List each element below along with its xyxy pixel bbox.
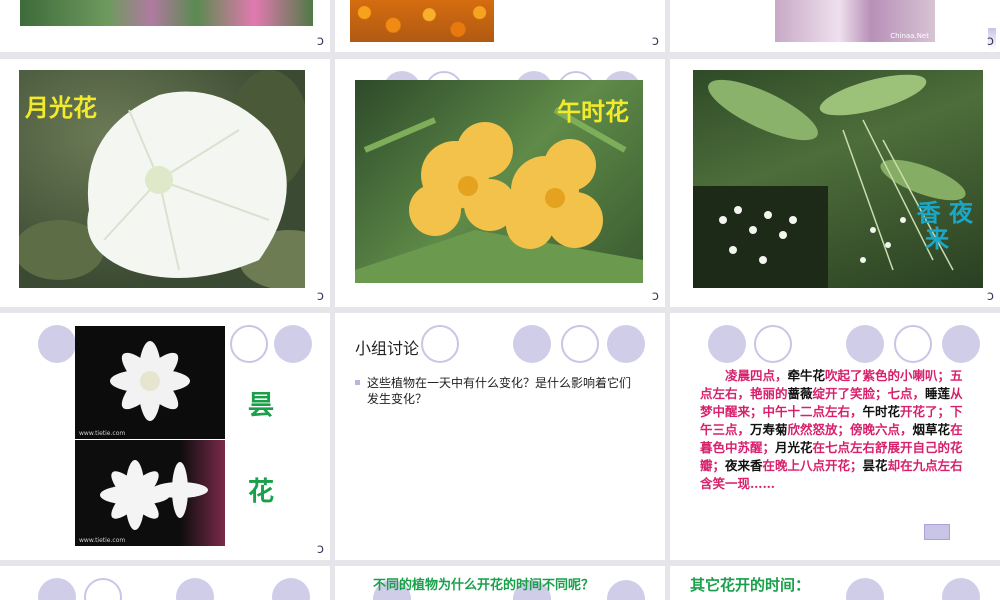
question-text: 不同的植物为什么开花的时间不同呢？ — [373, 578, 595, 593]
decor-circle — [272, 578, 310, 600]
other-flowers-title: 其它花开的时间： — [690, 576, 811, 594]
poem-segment: 欣然怒放；傍晚六点， — [787, 422, 913, 437]
slide-thumbnail-10[interactable] — [0, 566, 330, 600]
cereus-illustration-top — [110, 341, 190, 421]
decor-circle — [894, 325, 932, 363]
decor-circle — [176, 578, 214, 600]
slide-corner-icon: ↄ — [651, 34, 659, 49]
flower-label-bottom: 花 — [248, 477, 275, 507]
slide-thumbnail-2[interactable]: ↄ — [335, 0, 665, 52]
decor-circle — [607, 325, 645, 363]
moonflower-photo: 月光花 — [19, 70, 305, 288]
poem-segment: 午时花 — [862, 404, 901, 419]
slide-thumbnail-3[interactable]: Chinaa.Net ↄ — [670, 0, 1000, 52]
slide-corner-icon: ↄ — [316, 542, 324, 557]
poem-segment: 蔷薇 — [787, 386, 813, 401]
decor-circle — [846, 325, 884, 363]
photo-credit: www.tietie.com — [79, 537, 126, 544]
poem-segment: 睡莲 — [925, 386, 951, 401]
slide-thumbnail-1[interactable]: ↄ — [0, 0, 330, 52]
slide-night-blooming-cereus[interactable]: www.tietie.com www.tietie.com 昙 花 ↄ — [0, 313, 330, 560]
night-jasmine-photo: 香 夜 来 — [693, 70, 983, 288]
bullet-text: 这些植物在一天中有什么变化？是什么影响着它们发生变化？ — [367, 376, 632, 406]
bullet-marker — [355, 380, 360, 385]
decor-circle — [421, 325, 459, 363]
decor-circle — [607, 580, 645, 600]
decor-circle — [942, 325, 980, 363]
flower-label: 午时花 — [557, 97, 629, 126]
decor-circle — [274, 325, 312, 363]
slide-corner-icon: ↄ — [986, 289, 994, 304]
decor-circle — [754, 325, 792, 363]
slide-flower-clock-text[interactable]: 凌晨四点，牵牛花吹起了紫色的小喇叭；五点左右，艳丽的蔷薇绽开了笑脸；七点，睡莲从… — [670, 313, 1000, 560]
noon-flower-photo: 午时花 — [355, 80, 643, 283]
slide-corner-icon: ↄ — [986, 34, 994, 49]
slide-corner-icon: ↄ — [316, 289, 324, 304]
poem-segment: 万寿菊 — [750, 422, 788, 437]
decor-circle — [513, 325, 551, 363]
night-jasmine-illustration — [693, 74, 966, 288]
slide-corner-icon: ↄ — [651, 289, 659, 304]
poem-segment: 烟草花 — [912, 422, 951, 437]
photo-watermark: Chinaa.Net — [890, 32, 929, 40]
slide-night-jasmine[interactable]: 香 夜 来 ↄ — [670, 59, 1000, 307]
poem-segment: 在晚上八点开花； — [762, 458, 863, 473]
slide-question[interactable]: 不同的植物为什么开花的时间不同呢？ — [335, 566, 665, 600]
slide-corner-icon: ↄ — [316, 34, 324, 49]
flower-label: 月光花 — [25, 93, 97, 122]
flower-clock-poem: 凌晨四点，牵牛花吹起了紫色的小喇叭；五点左右，艳丽的蔷薇绽开了笑脸；七点，睡莲从… — [700, 367, 974, 493]
decor-circle — [846, 578, 884, 600]
nav-button[interactable] — [924, 524, 950, 540]
slide-group-discussion[interactable]: 小组讨论 这些植物在一天中有什么变化？是什么影响着它们发生变化？ — [335, 313, 665, 560]
decor-circle — [38, 578, 76, 600]
decor-circle — [84, 578, 122, 600]
poem-segment: 绽开了笑脸；七点， — [812, 386, 926, 401]
flower-photo-water-lily — [20, 0, 313, 26]
slide-noon-flower[interactable]: 午时花 ↄ — [335, 59, 665, 307]
flower-photo-marigold — [350, 0, 494, 42]
poem-segment: 昙花 — [862, 458, 888, 473]
cereus-photo-bottom: www.tietie.com — [75, 440, 225, 546]
poem-segment: 夜来香 — [725, 458, 763, 473]
cereus-photo-top: www.tietie.com — [75, 326, 225, 439]
discussion-bullet: 这些植物在一天中有什么变化？是什么影响着它们发生变化？ — [355, 375, 637, 407]
flower-photo-tobacco: Chinaa.Net — [775, 0, 935, 42]
decor-circle — [942, 578, 980, 600]
photo-credit: www.tietie.com — [79, 430, 126, 437]
poem-segment: 牵牛花 — [787, 368, 826, 383]
flower-label: 香 夜 来 — [916, 198, 973, 253]
slide-moonflower[interactable]: 月光花 ↄ — [0, 59, 330, 307]
discussion-title: 小组讨论 — [355, 339, 420, 358]
decor-circle — [38, 325, 76, 363]
slide-other-flowers[interactable]: 其它花开的时间： — [670, 566, 1000, 600]
decor-circle — [561, 325, 599, 363]
decor-circle — [230, 325, 268, 363]
flower-label-top: 昙 — [248, 391, 275, 421]
poem-segment: 凌晨四点， — [725, 368, 788, 383]
decor-circle — [708, 325, 746, 363]
cereus-illustration-bottom — [100, 460, 208, 530]
poem-segment: 月光花 — [775, 440, 813, 455]
